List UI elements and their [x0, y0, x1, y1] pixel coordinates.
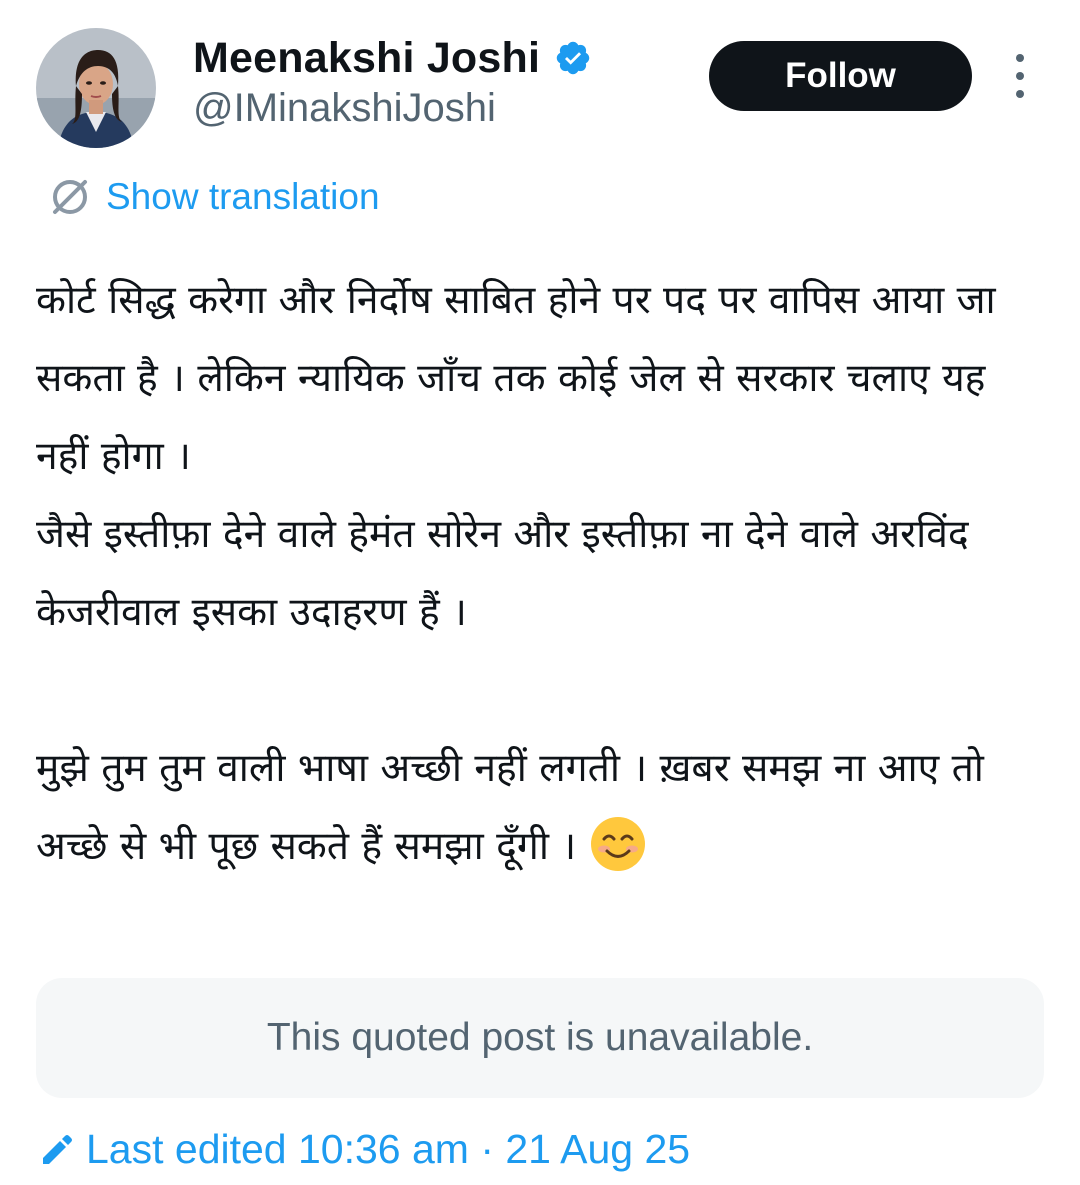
quoted-post-unavailable: This quoted post is unavailable.: [36, 978, 1044, 1098]
more-dot: [1016, 90, 1024, 98]
avatar[interactable]: [36, 28, 156, 148]
post-paragraph-with-emoji: मुझे तुम तुम वाली भाषा अच्छी नहीं लगती ।…: [36, 730, 1048, 886]
post-paragraph: मुझे तुम तुम वाली भाषा अच्छी नहीं लगती ।…: [36, 746, 997, 869]
more-dot: [1016, 72, 1024, 80]
author-display-name[interactable]: Meenakshi Joshi: [193, 34, 540, 83]
profile-photo: [36, 28, 156, 148]
show-translation-link[interactable]: Show translation: [48, 172, 380, 222]
last-edited-link[interactable]: Last edited 10:36 am · 21 Aug 25: [38, 1122, 690, 1176]
more-dot: [1016, 54, 1024, 62]
author-handle[interactable]: @IMinakshiJoshi: [193, 86, 496, 131]
verified-badge-icon[interactable]: [554, 39, 592, 77]
more-vertical-icon[interactable]: [1006, 54, 1034, 98]
quoted-post-message: This quoted post is unavailable.: [266, 1016, 814, 1059]
show-translation-label: Show translation: [106, 176, 380, 217]
post-text: कोर्ट सिद्ध करेगा और निर्दोष साबित होने …: [36, 262, 1048, 886]
post-paragraph: कोर्ट सिद्ध करेगा और निर्दोष साबित होने …: [36, 278, 996, 635]
pencil-edit-icon: [43, 1135, 72, 1164]
smiling-face-emoji: [590, 817, 645, 871]
globe-translate-icon: [53, 180, 87, 214]
author-name-row: Meenakshi Joshi: [193, 30, 592, 86]
last-edited-text: Last edited 10:36 am · 21 Aug 25: [86, 1125, 691, 1172]
follow-button[interactable]: Follow: [709, 41, 972, 111]
